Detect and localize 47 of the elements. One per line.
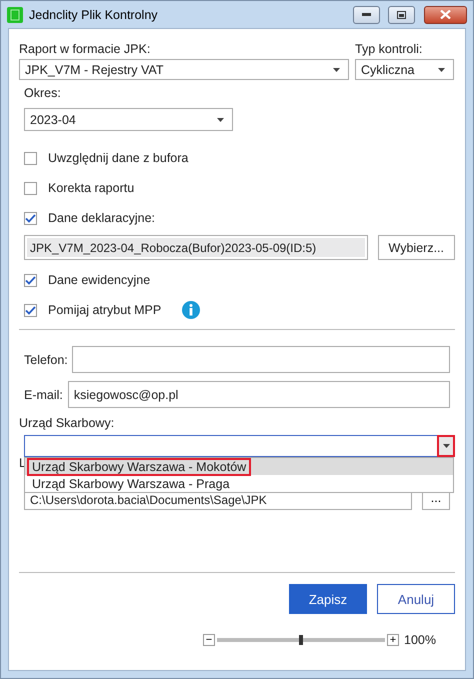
save-button[interactable]: Zapisz [289, 584, 367, 614]
close-button[interactable] [424, 6, 467, 24]
maximize-icon [397, 10, 406, 18]
field-label: Telefon: [24, 352, 68, 366]
zoom-in-button[interactable]: + [387, 634, 400, 646]
zoom-slider[interactable] [217, 638, 386, 642]
declaration-field: JPK_V7M_2023-04_Robocza(Bufor)2023-05-09(ID:5) [24, 235, 368, 260]
report-dropdown[interactable]: JPK_V7M - Rejestry VAT [19, 59, 349, 80]
window-title: Jednclity Plik Kontrolny [29, 8, 159, 22]
zoom-reading: 100% [404, 633, 436, 647]
info-icon[interactable] [182, 301, 200, 319]
caret-icon [217, 118, 224, 122]
minimize-button[interactable] [353, 6, 380, 24]
field-label: Urząd Skarbowy: [19, 416, 114, 430]
minimize-icon [362, 13, 371, 16]
slider-thumb[interactable] [299, 635, 304, 645]
checkbox-label: Korekta raportu [48, 181, 134, 195]
app-icon [7, 6, 23, 22]
field-label: E-mail: [24, 388, 63, 402]
field-label: Okres: [24, 86, 62, 100]
caret-icon [333, 68, 340, 72]
checkbox[interactable] [24, 274, 37, 286]
dropdown-option[interactable]: Urząd Skarbowy Warszawa - Mokotów [25, 458, 453, 475]
checkbox[interactable] [24, 304, 37, 316]
zoom-out-button[interactable]: − [203, 634, 216, 646]
tax-office-dropdown[interactable] [24, 435, 455, 457]
checkbox[interactable] [24, 212, 37, 224]
choose-button[interactable]: Wybierz... [378, 235, 455, 260]
phone-field[interactable] [72, 346, 450, 373]
maximize-button[interactable] [388, 6, 415, 24]
checkbox-label: Uwzględnij dane z bufora [48, 151, 188, 165]
field-label: Raport w formacie JPK: [19, 42, 152, 56]
field-label: Typ kontroli: [355, 42, 424, 56]
dropdown-button[interactable] [438, 436, 454, 456]
checkbox-label: Dane ewidencyjne [48, 273, 150, 287]
checkbox[interactable] [24, 152, 37, 164]
period-dropdown[interactable]: 2023-04 [24, 108, 233, 131]
close-icon [440, 10, 451, 19]
email-field[interactable]: ksiegowosc@op.pl [68, 381, 450, 408]
cancel-button[interactable]: Anuluj [377, 584, 455, 614]
option-text: Urząd Skarbowy Warszawa - Mokotów [29, 460, 250, 474]
control-type-dropdown[interactable]: Cykliczna [355, 59, 454, 80]
checkbox[interactable] [24, 182, 37, 194]
checkbox-label: Pomijaj atrybut MPP [48, 303, 162, 317]
checkbox-label: Dane deklaracyjne: [48, 211, 156, 225]
caret-icon [442, 444, 450, 448]
caret-icon [438, 68, 445, 72]
